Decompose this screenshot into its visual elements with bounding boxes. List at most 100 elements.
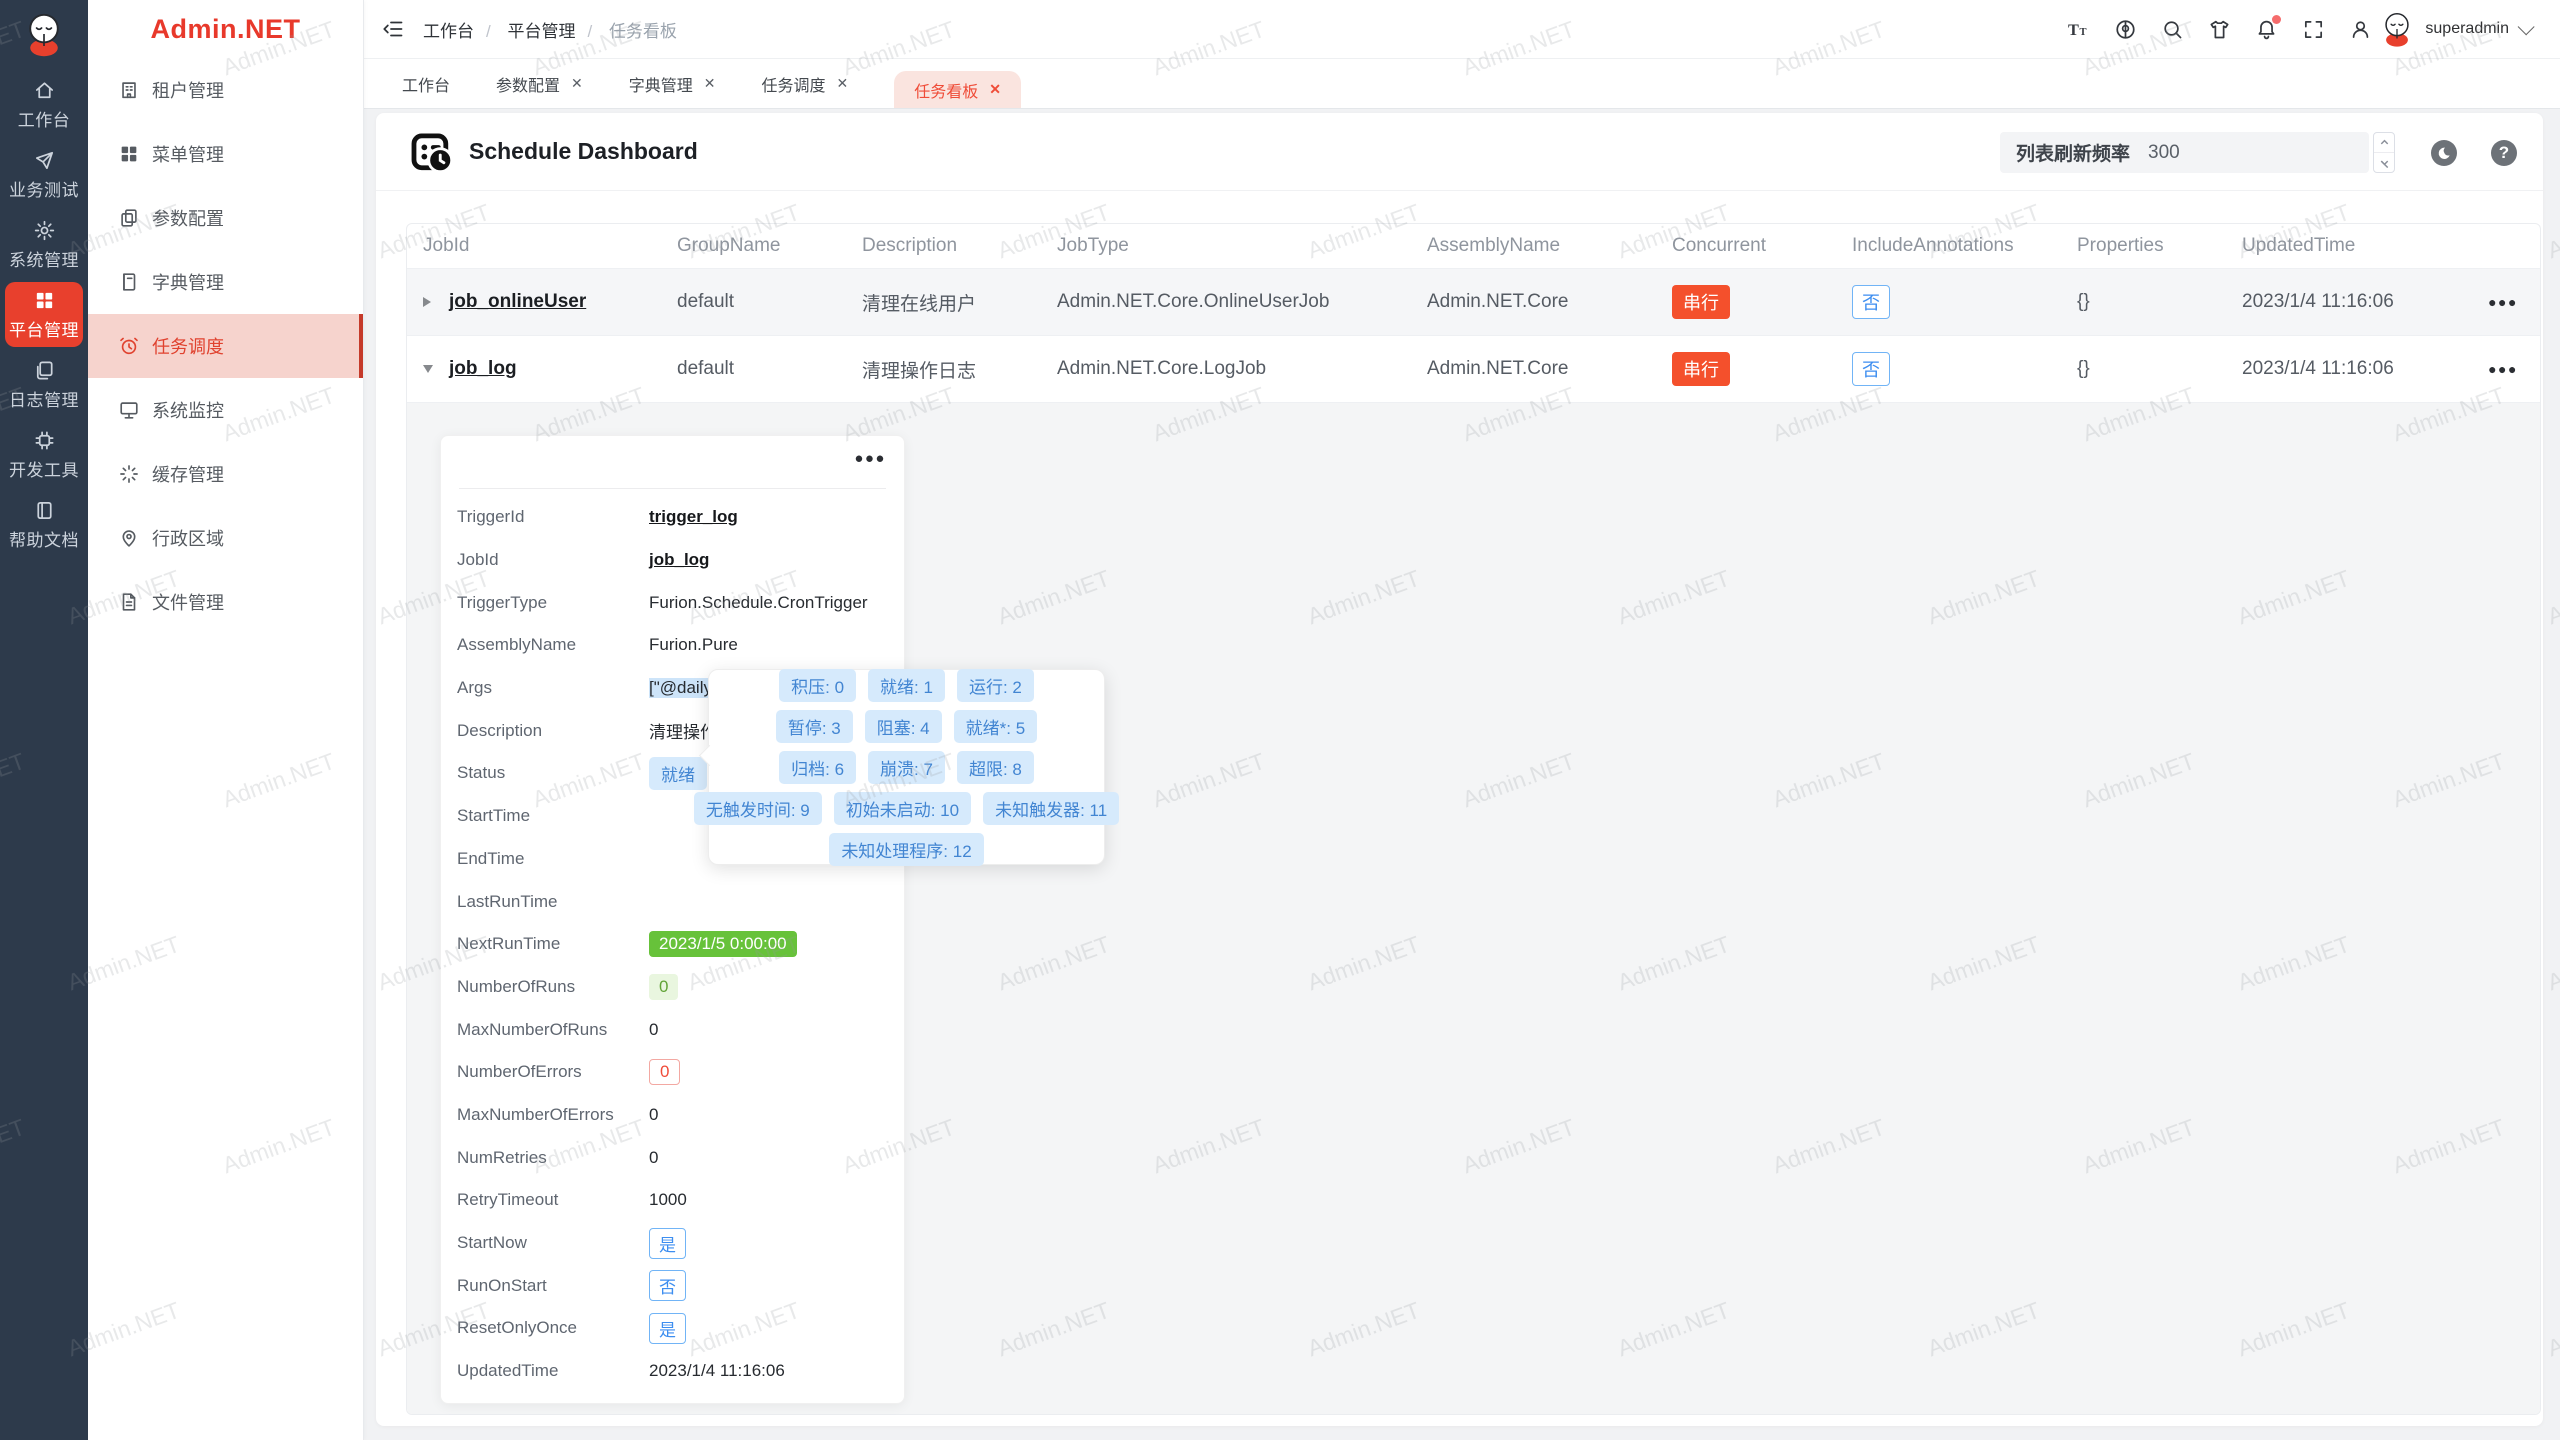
sidebar-nav-item[interactable]: 文件管理: [88, 570, 363, 634]
cell-actions: ●●●: [2466, 291, 2540, 313]
breadcrumb-segment: / 平台管理: [474, 17, 575, 42]
sidebar-nav-item[interactable]: 租户管理: [88, 58, 363, 122]
col-jobid: JobId: [407, 235, 661, 257]
status-legend-badge: 阻塞: 4: [865, 710, 942, 743]
refresh-rate-input[interactable]: 列表刷新频率 300: [2000, 132, 2369, 173]
page-tab[interactable]: 字典管理 ✕: [629, 72, 716, 96]
header-action-icon[interactable]: [2114, 18, 2137, 41]
page-tab[interactable]: 任务看板 ✕: [894, 71, 1021, 108]
job-table-row[interactable]: job_onlineUser default 清理在线用户 Admin.NET.…: [407, 268, 2540, 335]
detail-field-label: Args: [457, 678, 649, 698]
detail-field-row: ResetOnlyOnce 是: [457, 1307, 894, 1350]
rail-item-icon: [33, 219, 56, 242]
row-more-button[interactable]: ●●●: [2488, 294, 2518, 310]
sidebar-item-icon: [118, 399, 140, 421]
detail-field-value: 否: [649, 1270, 686, 1301]
header-action-icon[interactable]: [2349, 18, 2372, 41]
sidebar-nav-item[interactable]: 字典管理: [88, 250, 363, 314]
schedule-dashboard-icon: [409, 129, 455, 175]
rail-nav: 工作台 业务测试 系统管理 平台管理 日志管理 开发工具 帮助文档: [0, 72, 88, 557]
refresh-rate-value: 300: [2148, 142, 2180, 164]
status-legend-badge: 超限: 8: [957, 751, 1034, 784]
breadcrumb-item[interactable]: 平台管理: [507, 22, 575, 41]
detail-field-label: MaxNumberOfErrors: [457, 1105, 649, 1125]
sidebar-item-label: 系统监控: [152, 397, 224, 423]
detail-more-button[interactable]: ●●●: [854, 450, 886, 467]
sidebar-item-icon: [118, 271, 140, 293]
status-legend-badge: 崩溃: 7: [868, 751, 945, 784]
rail-nav-item[interactable]: 工作台: [5, 72, 83, 137]
sidebar-item-label: 字典管理: [152, 269, 224, 295]
sidebar-nav-item[interactable]: 缓存管理: [88, 442, 363, 506]
detail-field-label: JobId: [457, 550, 649, 570]
status-legend-row: 归档: 6崩溃: 7超限: 8: [709, 751, 1104, 784]
sidebar-item-label: 行政区域: [152, 525, 224, 551]
cell-includeannotations: 否: [1836, 285, 2061, 319]
sidebar-nav-item[interactable]: 菜单管理: [88, 122, 363, 186]
breadcrumb-segment: / 任务看板: [575, 17, 676, 42]
job-id-link[interactable]: job_log: [449, 358, 517, 380]
job-id-link[interactable]: job_onlineUser: [449, 291, 586, 313]
pause-refresh-button[interactable]: [2431, 140, 2457, 166]
sidebar-nav-item[interactable]: 系统监控: [88, 378, 363, 442]
detail-field-value: 0: [649, 1148, 658, 1168]
sidebar-item-label: 租户管理: [152, 77, 224, 103]
tab-close-icon[interactable]: ✕: [704, 75, 716, 92]
stepper-down-button[interactable]: [2374, 152, 2394, 172]
stepper-up-button[interactable]: [2374, 133, 2394, 152]
rail-nav-item[interactable]: 日志管理: [5, 352, 83, 417]
rail-item-label: 平台管理: [9, 316, 79, 341]
rail-nav-item[interactable]: 平台管理: [5, 282, 83, 347]
detail-field-row: UpdatedTime 2023/1/4 11:16:06: [457, 1350, 894, 1393]
rail-nav-item[interactable]: 开发工具: [5, 422, 83, 487]
sidebar-nav-item[interactable]: 参数配置: [88, 186, 363, 250]
svg-text:T: T: [2080, 26, 2087, 37]
header-action-icon[interactable]: [2208, 18, 2231, 41]
detail-field-row: MaxNumberOfRuns 0: [457, 1008, 894, 1051]
tab-close-icon[interactable]: ✕: [571, 75, 583, 92]
sidebar-nav-item[interactable]: 任务调度: [88, 314, 363, 378]
col-properties: Properties: [2061, 235, 2226, 257]
row-expander-icon[interactable]: [423, 365, 449, 373]
help-button[interactable]: ?: [2491, 140, 2517, 166]
concurrent-tag: 串行: [1672, 285, 1730, 319]
page-tab[interactable]: 参数配置 ✕: [496, 72, 583, 96]
row-expander-icon[interactable]: [423, 297, 449, 307]
header-action-icon[interactable]: [2161, 18, 2184, 41]
col-assemblyname: AssemblyName: [1411, 235, 1656, 257]
user-menu[interactable]: superadmin: [2378, 10, 2530, 48]
dashboard-header: Schedule Dashboard 列表刷新频率 300 ?: [376, 113, 2543, 191]
breadcrumb-item[interactable]: 工作台: [423, 22, 474, 41]
detail-field-value: Furion.Schedule.CronTrigger: [649, 593, 868, 613]
page-title: Schedule Dashboard: [469, 138, 698, 165]
sidebar-item-icon: [118, 335, 140, 357]
detail-field-label: RetryTimeout: [457, 1190, 649, 1210]
job-table-row[interactable]: job_log default 清理操作日志 Admin.NET.Core.Lo…: [407, 335, 2540, 402]
header-action-icon[interactable]: TT: [2067, 18, 2090, 41]
breadcrumb-item[interactable]: 任务看板: [609, 22, 677, 41]
rail-nav-item[interactable]: 系统管理: [5, 212, 83, 277]
tab-close-icon[interactable]: ✕: [989, 81, 1001, 98]
rail-nav-item[interactable]: 帮助文档: [5, 492, 83, 557]
sidebar-nav-item[interactable]: 行政区域: [88, 506, 363, 570]
app-logo[interactable]: [20, 8, 68, 60]
header-action-icon[interactable]: [2255, 18, 2278, 41]
page-tab[interactable]: 任务调度 ✕: [762, 72, 849, 96]
page-tab[interactable]: 工作台: [402, 72, 450, 96]
rail-nav-item[interactable]: 业务测试: [5, 142, 83, 207]
status-legend-badge: 未知触发器: 11: [983, 792, 1119, 825]
cell-jobtype: Admin.NET.Core.LogJob: [1041, 358, 1411, 380]
sidebar-item-label: 任务调度: [152, 333, 224, 359]
username-label: superadmin: [2425, 20, 2509, 38]
cell-description: 清理操作日志: [846, 356, 1041, 383]
tab-close-icon[interactable]: ✕: [837, 75, 849, 92]
triangle-icon: [423, 365, 433, 373]
header-action-glyph: [2161, 18, 2184, 41]
rail-item-label: 帮助文档: [9, 526, 79, 551]
tab-label: 参数配置: [496, 72, 560, 96]
detail-field-row: RunOnStart 否: [457, 1264, 894, 1307]
row-more-button[interactable]: ●●●: [2488, 361, 2518, 377]
sidebar-collapse-icon[interactable]: [381, 17, 405, 41]
header-action-icon[interactable]: [2302, 18, 2325, 41]
detail-field-row: StartNow 是: [457, 1222, 894, 1265]
